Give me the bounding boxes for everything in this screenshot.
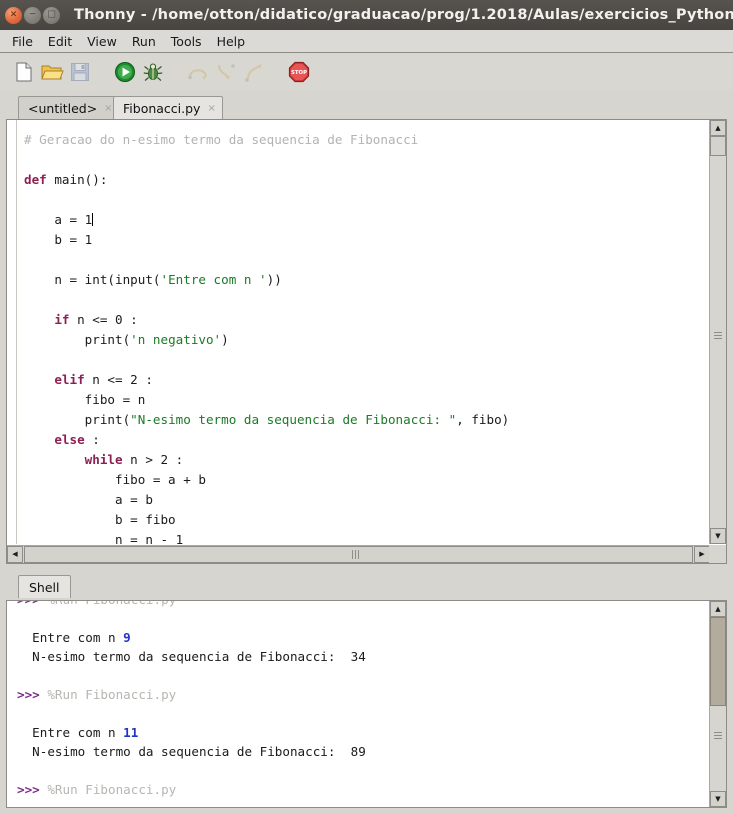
chevron-down-icon: ▼ — [715, 531, 721, 540]
scroll-left-button[interactable]: ◀ — [7, 546, 23, 563]
shell-vertical-scrollbar[interactable]: ▲ ▼ — [709, 601, 726, 807]
step-out-icon — [242, 60, 266, 84]
minimize-icon: − — [28, 9, 37, 19]
close-icon[interactable]: × — [104, 103, 112, 114]
editor-tab-label: <untitled> — [28, 101, 98, 116]
shell-vscroll-thumb[interactable] — [710, 617, 726, 706]
scroll-right-button[interactable]: ▶ — [694, 546, 710, 563]
text-cursor — [91, 213, 93, 226]
gutter-separator — [16, 120, 17, 544]
shell-transcript[interactable]: >>> %Run Fibonacci.py Entre com n 9 N-es… — [17, 601, 366, 807]
shell-tab-strip: Shell — [0, 572, 733, 598]
editor-vscroll-thumb[interactable] — [710, 136, 726, 156]
shell-tab[interactable]: Shell — [18, 575, 71, 598]
editor-horizontal-scrollbar[interactable]: ◀ ▶ — [7, 545, 710, 563]
window-controls: × − □ — [5, 6, 60, 24]
run-icon[interactable] — [113, 60, 137, 84]
menu-item-file[interactable]: File — [5, 32, 40, 51]
thonny-window: × − □ Thonny - /home/otton/didatico/grad… — [0, 0, 733, 814]
editor-tab-strip: <untitled> × Fibonacci.py × — [0, 90, 733, 120]
stop-icon[interactable]: STOP — [287, 60, 311, 84]
editor-vertical-scrollbar[interactable]: ▲ ▼ — [709, 120, 726, 544]
chevron-up-icon: ▲ — [715, 604, 721, 613]
chevron-down-icon: ▼ — [715, 794, 721, 803]
editor-tab-label: Fibonacci.py — [123, 101, 201, 116]
window-minimize-button[interactable]: − — [24, 6, 41, 24]
scroll-down-button[interactable]: ▼ — [710, 528, 726, 544]
menu-item-help[interactable]: Help — [210, 32, 253, 51]
scrollbar-grip — [714, 732, 722, 741]
chevron-right-icon: ▶ — [699, 550, 705, 558]
editor-tab-untitled[interactable]: <untitled> × — [18, 96, 120, 120]
step-over-icon — [186, 60, 210, 84]
close-icon: × — [9, 9, 18, 19]
maximize-icon: □ — [47, 9, 56, 19]
scrollbar-corner — [709, 545, 726, 563]
editor-tab-fibonacci[interactable]: Fibonacci.py × — [113, 96, 223, 120]
editor-panel: # Geracao do n-esimo termo da sequencia … — [6, 119, 727, 564]
new-file-icon[interactable] — [12, 60, 36, 84]
shell-panel: >>> %Run Fibonacci.py Entre com n 9 N-es… — [6, 600, 727, 808]
shell-output[interactable]: >>> %Run Fibonacci.py Entre com n 9 N-es… — [7, 601, 710, 807]
code-editor[interactable]: # Geracao do n-esimo termo da sequencia … — [7, 120, 710, 544]
scroll-up-button[interactable]: ▲ — [710, 601, 726, 617]
menu-item-tools[interactable]: Tools — [164, 32, 209, 51]
window-maximize-button[interactable]: □ — [43, 6, 60, 24]
menu-item-view[interactable]: View — [80, 32, 124, 51]
window-title: Thonny - /home/otton/didatico/graduacao/… — [74, 7, 733, 23]
menu-bar: File Edit View Run Tools Help — [0, 30, 733, 53]
menu-item-edit[interactable]: Edit — [41, 32, 79, 51]
window-close-button[interactable]: × — [5, 6, 22, 24]
save-file-icon — [68, 60, 92, 84]
scroll-down-button[interactable]: ▼ — [710, 791, 726, 807]
scroll-up-button[interactable]: ▲ — [710, 120, 726, 136]
debug-icon[interactable] — [141, 60, 165, 84]
open-file-icon[interactable] — [40, 60, 64, 84]
scrollbar-grip — [714, 332, 722, 341]
svg-text:STOP: STOP — [291, 70, 307, 76]
source-code[interactable]: # Geracao do n-esimo termo da sequencia … — [24, 130, 509, 544]
chevron-up-icon: ▲ — [715, 123, 721, 132]
close-icon[interactable]: × — [207, 103, 215, 114]
title-bar: × − □ Thonny - /home/otton/didatico/grad… — [0, 0, 733, 30]
menu-item-run[interactable]: Run — [125, 32, 163, 51]
toolbar: STOP — [0, 54, 733, 90]
chevron-left-icon: ◀ — [12, 550, 18, 558]
scrollbar-grip — [352, 550, 361, 559]
shell-tab-label: Shell — [29, 579, 60, 595]
step-into-icon — [214, 60, 238, 84]
